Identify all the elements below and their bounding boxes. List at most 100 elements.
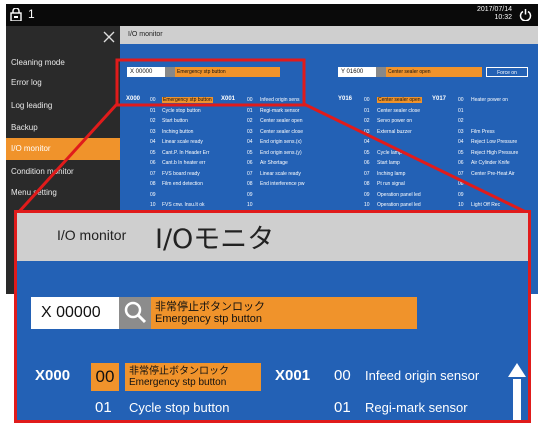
row-num-x_col1-3[interactable]: 03 (150, 129, 156, 135)
row-num-y_col1-3[interactable]: 03 (364, 129, 370, 135)
row-num-y_col1-5[interactable]: 05 (364, 150, 370, 156)
row-num-x_col2-7[interactable]: 07 (247, 171, 253, 177)
addr-x_col1: X000 (126, 96, 141, 102)
row-num-x_col2-5[interactable]: 05 (247, 150, 253, 156)
row-label-y_col1-3: External buzzer (377, 128, 412, 135)
row-num-y_col1-4[interactable]: 04 (364, 139, 370, 145)
row-num-x_col2-9[interactable]: 09 (247, 192, 253, 198)
zoom-callout: I/O monitor I/Oモニタ X 00000 非常停止ボタンロック Em… (14, 210, 531, 423)
x-search-input[interactable]: X 00000 (127, 67, 165, 77)
row-num-y_col2-9[interactable]: 09 (458, 192, 464, 198)
row-label-x_col2-4: End origin sens.(x) (260, 139, 302, 145)
row-label-y_col1-1: Center sealer close (377, 107, 421, 114)
row-label-y_col1-5: Cycle lamp (377, 149, 402, 156)
x-search-label: Emergency stp button (175, 67, 280, 77)
zoom-search-label-en: Emergency stp button (155, 313, 263, 325)
row-label-y_col1-6: Start lamp (377, 160, 400, 166)
row-num-y_col1-0[interactable]: 00 (364, 97, 370, 103)
row-label-x_col2-3: Center sealer close (260, 128, 304, 135)
row-num-x_col2-1[interactable]: 01 (247, 108, 253, 114)
row-num-x_col1-5[interactable]: 05 (150, 150, 156, 156)
row-num-x_col2-8[interactable]: 08 (247, 181, 253, 187)
row-label-x_col1-6: Cant.b In heater err (162, 160, 206, 166)
row-num-x_col1-9[interactable]: 09 (150, 192, 156, 198)
row-label-x_col2-7: Linear scale ready (260, 170, 301, 177)
row-num-y_col2-0[interactable]: 00 (458, 97, 464, 103)
row-num-y_col2-2[interactable]: 02 (458, 118, 464, 124)
sidebar-item-0[interactable]: Cleaning mode (6, 52, 120, 74)
row-num-x_col1-2[interactable]: 02 (150, 118, 156, 124)
zoom-row-0-label2: Infeed origin sensor (365, 368, 480, 383)
sidebar-item-1[interactable]: Error log (6, 72, 120, 94)
machine-number: 1 (28, 7, 35, 21)
row-num-y_col1-2[interactable]: 02 (364, 118, 370, 124)
row-num-y_col1-7[interactable]: 07 (364, 171, 370, 177)
sidebar-item-2[interactable]: Log leading (6, 95, 120, 117)
close-icon[interactable] (102, 30, 116, 44)
screen: 1 2017/07/14 10:32 Cleaning mode Error lo… (0, 0, 544, 432)
x-search-button[interactable] (165, 67, 175, 77)
zoom-row-1-label: Cycle stop button (129, 400, 230, 415)
row-num-x_col2-0[interactable]: 00 (247, 97, 253, 103)
row-num-y_col2-6[interactable]: 06 (458, 160, 464, 166)
row-num-x_col1-7[interactable]: 07 (150, 171, 156, 177)
row-num-x_col1-4[interactable]: 04 (150, 139, 156, 145)
row-label-y_col2-4: Reject Low Pressure (471, 139, 518, 145)
zoom-row-1: 01 Cycle stop button 01 Regi-mark sensor (17, 399, 528, 420)
addr-y_col1: Y016 (338, 96, 353, 102)
row-num-x_col1-6[interactable]: 06 (150, 160, 156, 166)
search-icon (124, 301, 147, 324)
zoom-row-0-num2[interactable]: 00 (334, 367, 351, 384)
y-search-button[interactable] (376, 67, 386, 77)
row-label-y_col1-9: Operation panel led (377, 191, 421, 198)
row-num-y_col1-1[interactable]: 01 (364, 108, 370, 114)
sidebar-item-6[interactable]: Menu setting (6, 182, 120, 204)
row-num-y_col2-1[interactable]: 01 (458, 108, 464, 114)
row-num-y_col2-8[interactable]: 08 (458, 181, 464, 187)
status-bar: 1 2017/07/14 10:32 (6, 4, 538, 26)
zoom-search-input[interactable]: X 00000 (31, 297, 119, 329)
zoom-search-label-jp: 非常停止ボタンロック (155, 301, 265, 313)
row-num-x_col2-10[interactable]: 10 (247, 202, 253, 208)
scroll-up-icon[interactable] (506, 361, 528, 421)
zoom-search-button[interactable] (119, 297, 151, 329)
row-num-y_col2-10[interactable]: 10 (458, 202, 464, 208)
row-num-x_col1-1[interactable]: 01 (150, 108, 156, 114)
zoom-row-1-num[interactable]: 01 (95, 399, 112, 416)
y-search-input[interactable]: Y 01600 (338, 67, 376, 77)
row-num-y_col1-8[interactable]: 08 (364, 181, 370, 187)
sidebar-item-4[interactable]: I/O monitor (6, 138, 120, 160)
power-icon[interactable] (519, 8, 532, 21)
row-label-x_col2-8: End interference pw (260, 181, 305, 187)
row-label-y_col2-10: Light Off Rec (471, 202, 501, 208)
row-label-x_col1-7: FVS board ready (162, 170, 200, 177)
row-num-x_col2-2[interactable]: 02 (247, 118, 253, 124)
row-label-x_col1-5: Cant.P. In Header Err (162, 149, 210, 156)
lock-icon[interactable] (10, 8, 22, 21)
row-num-x_col1-8[interactable]: 08 (150, 181, 156, 187)
row-label-x_col2-6: Air Shortage (260, 160, 288, 166)
row-num-y_col2-5[interactable]: 05 (458, 150, 464, 156)
row-num-y_col1-6[interactable]: 06 (364, 160, 370, 166)
row-num-x_col1-0[interactable]: 00 (150, 97, 156, 103)
zoom-row-1-num2[interactable]: 01 (334, 399, 351, 416)
row-label-y_col1-7: Inching lamp (377, 170, 406, 177)
date-text: 2017/07/14 (476, 6, 512, 13)
row-label-y_col1-10: Operation panel led (377, 202, 421, 208)
row-num-y_col2-3[interactable]: 03 (458, 129, 464, 135)
sidebar-item-5[interactable]: Condition monitor (6, 161, 120, 183)
sidebar-item-3[interactable]: Backup (6, 117, 120, 139)
time-text: 10:32 (494, 14, 512, 21)
row-num-x_col1-10[interactable]: 10 (150, 202, 156, 208)
row-num-y_col2-7[interactable]: 07 (458, 171, 464, 177)
row-num-x_col2-4[interactable]: 04 (247, 139, 253, 145)
row-num-y_col2-4[interactable]: 04 (458, 139, 464, 145)
row-num-y_col1-10[interactable]: 10 (364, 202, 370, 208)
row-num-x_col2-6[interactable]: 06 (247, 160, 253, 166)
row-num-y_col1-9[interactable]: 09 (364, 192, 370, 198)
row-num-x_col2-3[interactable]: 03 (247, 129, 253, 135)
row-label-x_col1-1: Cycle stop button (162, 107, 201, 114)
force-on-button[interactable]: Force on (486, 67, 528, 77)
row-label-x_col1-10: FVS cnw. Insu.lt ok (162, 202, 205, 208)
row-label-y_col2-5: Reject High Pressure (471, 149, 519, 156)
